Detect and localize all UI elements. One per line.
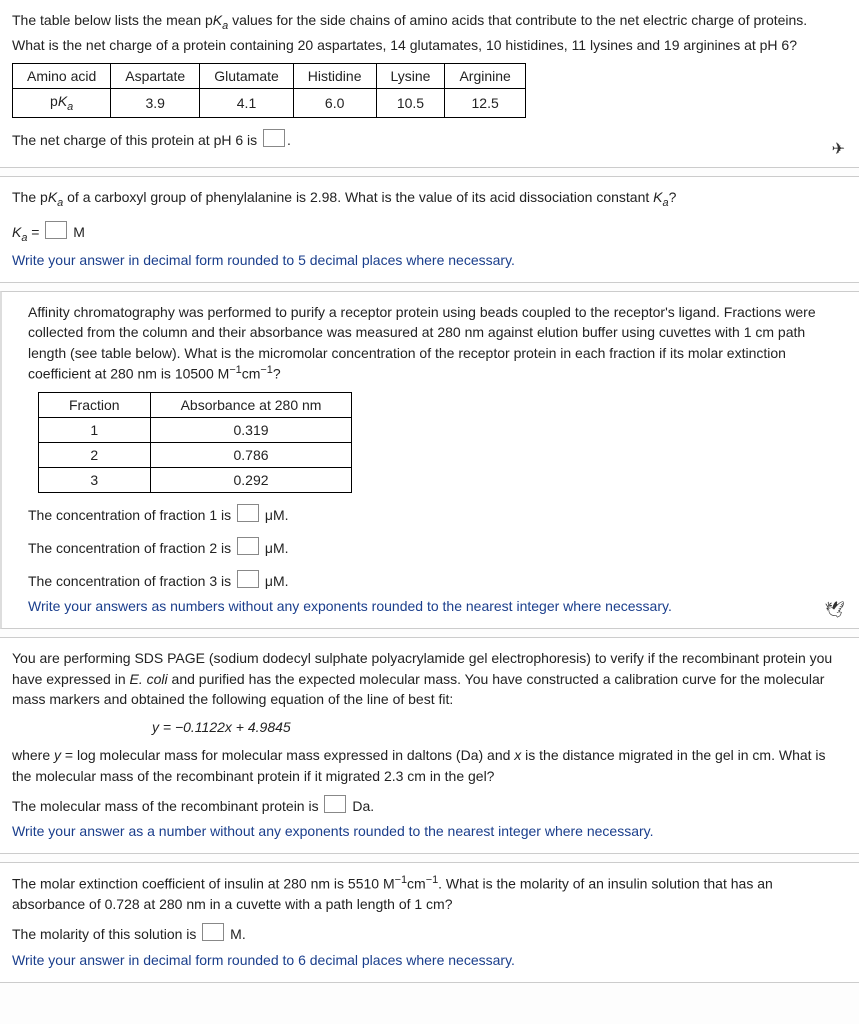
exp: −1 — [426, 874, 438, 886]
cell: 6.0 — [293, 88, 376, 117]
equation: y = −0.1122x + 4.9845 — [152, 719, 847, 735]
q3-table: Fraction Absorbance at 280 nm 10.319 20.… — [38, 392, 352, 493]
text: = — [27, 224, 43, 240]
cell: Arginine — [445, 63, 525, 88]
hint-text: Write your answer in decimal form rounde… — [12, 952, 847, 968]
cell: Lysine — [376, 63, 445, 88]
hint-text: Write your answers as numbers without an… — [28, 598, 847, 614]
text: The p — [12, 189, 48, 205]
text: The concentration of fraction 2 is — [28, 540, 235, 556]
var: y — [54, 747, 61, 763]
table-row: 10.319 — [39, 417, 352, 442]
cell: 0.319 — [150, 417, 352, 442]
text: What is the net charge of a protein cont… — [12, 37, 797, 53]
text: The molecular mass of the recombinant pr… — [12, 798, 322, 814]
text: The table below lists the mean p — [12, 12, 213, 28]
cell: 4.1 — [200, 88, 294, 117]
text: Affinity chromatography was performed to… — [28, 304, 816, 382]
question-5: The molar extinction coefficient of insu… — [0, 862, 859, 982]
text: = log molecular mass for molecular mass … — [61, 747, 514, 763]
unit: M — [69, 224, 85, 240]
unit: Da. — [348, 798, 374, 814]
text: The molarity of this solution is — [12, 926, 200, 942]
cell: Glutamate — [200, 63, 294, 88]
text: of a carboxyl group of phenylalanine is … — [63, 189, 653, 205]
cell: 12.5 — [445, 88, 525, 117]
exp: −1 — [260, 364, 272, 376]
cell: 0.786 — [150, 442, 352, 467]
cell: Amino acid — [13, 63, 111, 88]
text: cm — [407, 876, 426, 892]
cell: Fraction — [39, 392, 151, 417]
text: ? — [273, 366, 281, 382]
exp: −1 — [229, 364, 241, 376]
unit: μM. — [261, 573, 289, 589]
hint-text: Write your answer in decimal form rounde… — [12, 252, 847, 268]
table-row: Amino acid Aspartate Glutamate Histidine… — [13, 63, 526, 88]
q4-prompt-2: where y = log molecular mass for molecul… — [12, 745, 847, 786]
answer-input[interactable] — [202, 923, 224, 941]
question-3: Affinity chromatography was performed to… — [0, 291, 859, 629]
text: The concentration of fraction 3 is — [28, 573, 235, 589]
cell: Absorbance at 280 nm — [150, 392, 352, 417]
ital-text: E. coli — [130, 671, 168, 687]
text: values for the side chains of amino acid… — [228, 12, 807, 28]
cell: Histidine — [293, 63, 376, 88]
q1-answer: The net charge of this protein at pH 6 i… — [12, 128, 847, 153]
q3-answer-3: The concentration of fraction 3 is μM. — [28, 569, 847, 594]
unit: μM. — [261, 540, 289, 556]
cell: 3.9 — [111, 88, 200, 117]
q1-table: Amino acid Aspartate Glutamate Histidine… — [12, 63, 526, 118]
cell: 1 — [39, 417, 151, 442]
table-row: 20.786 — [39, 442, 352, 467]
q1-prompt: The table below lists the mean pKa value… — [12, 10, 847, 55]
var: K — [213, 12, 222, 28]
q5-prompt: The molar extinction coefficient of insu… — [12, 873, 847, 914]
question-1: The table below lists the mean pKa value… — [0, 0, 859, 168]
hint-text: Write your answer as a number without an… — [12, 823, 847, 839]
table-row: 30.292 — [39, 467, 352, 492]
var: K — [48, 189, 57, 205]
table-row: Fraction Absorbance at 280 nm — [39, 392, 352, 417]
cell: 0.292 — [150, 467, 352, 492]
unit: M. — [226, 926, 245, 942]
answer-input[interactable] — [237, 537, 259, 555]
text: The net charge of this protein at pH 6 i… — [12, 132, 261, 148]
cell: pKa — [13, 88, 111, 117]
text: The concentration of fraction 1 is — [28, 507, 235, 523]
sub: a — [67, 101, 73, 113]
q4-prompt: You are performing SDS PAGE (sodium dode… — [12, 648, 847, 709]
question-2: The pKa of a carboxyl group of phenylala… — [0, 176, 859, 283]
text: cm — [242, 366, 261, 382]
answer-input[interactable] — [263, 129, 285, 147]
var: K — [12, 224, 21, 240]
q4-answer: The molecular mass of the recombinant pr… — [12, 794, 847, 819]
q5-answer: The molarity of this solution is M. — [12, 922, 847, 947]
plane-icon[interactable]: ✈ — [832, 139, 845, 159]
q3-answer-1: The concentration of fraction 1 is μM. — [28, 503, 847, 528]
table-row: pKa 3.9 4.1 6.0 10.5 12.5 — [13, 88, 526, 117]
var: K — [58, 93, 67, 109]
q3-answer-2: The concentration of fraction 2 is μM. — [28, 536, 847, 561]
answer-input[interactable] — [45, 221, 67, 239]
q2-prompt: The pKa of a carboxyl group of phenylala… — [12, 187, 847, 212]
question-4: You are performing SDS PAGE (sodium dode… — [0, 637, 859, 854]
text: ? — [669, 189, 677, 205]
cell: 10.5 — [376, 88, 445, 117]
text: . — [287, 132, 291, 148]
cell: Aspartate — [111, 63, 200, 88]
answer-input[interactable] — [237, 570, 259, 588]
text: The molar extinction coefficient of insu… — [12, 876, 395, 892]
q3-prompt: Affinity chromatography was performed to… — [28, 302, 847, 384]
unit: μM. — [261, 507, 289, 523]
text: where — [12, 747, 54, 763]
cell: 3 — [39, 467, 151, 492]
exp: −1 — [395, 874, 407, 886]
answer-input[interactable] — [237, 504, 259, 522]
cell: 2 — [39, 442, 151, 467]
bird-icon[interactable]: 🕊 — [825, 600, 845, 620]
answer-input[interactable] — [324, 795, 346, 813]
text: p — [50, 93, 58, 109]
q2-answer: Ka = M — [12, 220, 847, 248]
